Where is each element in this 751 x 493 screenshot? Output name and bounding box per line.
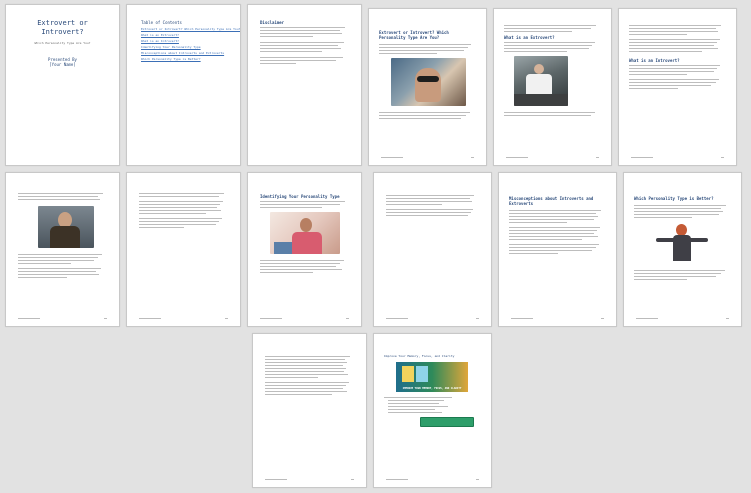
toc-entry-2[interactable]: What is an Extrovert? xyxy=(141,33,226,37)
get-access-button-label: Get Instant Access xyxy=(433,429,461,432)
cover-title-line2: Introvert? xyxy=(41,27,84,36)
woman-sunglasses-image xyxy=(391,58,466,106)
page-better: Which Personality Type is Better? xyxy=(623,172,742,327)
cover-subtitle: Which Personality Type Are You? xyxy=(34,40,91,45)
man-glasses-image xyxy=(38,206,94,248)
better-heading: Which Personality Type is Better? xyxy=(634,196,714,201)
page-identify: Identifying Your Personality Type xyxy=(247,172,362,327)
extrovert-heading: What is an Extrovert? xyxy=(504,35,555,40)
page-extrovert: What is an Extrovert? xyxy=(493,8,612,166)
page-cover: Extrovert or Introvert? Which Personalit… xyxy=(5,4,120,166)
page-offer: Improve Your Memory, Focus, and Clarity … xyxy=(373,333,492,488)
cover-title-line1: Extrovert or xyxy=(37,19,88,27)
office-workers-image xyxy=(514,56,568,106)
woman-shrug-image xyxy=(654,222,710,264)
intro-heading: Extrovert or Introvert? Which Personalit… xyxy=(379,30,449,40)
introvert-heading: What is an Introvert? xyxy=(629,58,680,63)
toc-entry-4[interactable]: Identifying Your Personality Type xyxy=(141,45,226,49)
toc-entry-1[interactable]: Extrovert or Introvert? Which Personalit… xyxy=(141,27,240,31)
page-introvert: What is an Introvert? xyxy=(618,8,737,166)
page-toc: Table of Contents Extrovert or Introvert… xyxy=(126,4,241,166)
page-7 xyxy=(5,172,120,327)
identify-heading: Identifying Your Personality Type xyxy=(260,194,340,199)
toc-entry-6[interactable]: Which Personality Type is Better? xyxy=(141,57,226,61)
page-8 xyxy=(126,172,241,327)
offer-banner: IMPROVE YOUR MEMORY, FOCUS, AND CLARITY xyxy=(396,362,468,392)
page-misconceptions: Misconceptions about Introverts and Extr… xyxy=(498,172,617,327)
page-disclaimer: Disclaimer xyxy=(247,4,362,166)
get-access-button[interactable]: Get Instant Access xyxy=(420,417,474,432)
woman-books-image xyxy=(270,212,340,254)
page-10 xyxy=(373,172,492,327)
page-intro: Extrovert or Introvert? Which Personalit… xyxy=(368,8,487,166)
offer-heading: Improve Your Memory, Focus, and Clarity xyxy=(384,354,455,358)
page-13 xyxy=(252,333,367,488)
disclaimer-heading: Disclaimer xyxy=(260,20,285,25)
misconceptions-heading: Misconceptions about Introverts and Extr… xyxy=(509,196,594,206)
toc-entry-5[interactable]: Misconceptions about Introverts and Extr… xyxy=(141,51,226,55)
toc-heading: Table of Contents xyxy=(141,20,182,25)
offer-banner-text: IMPROVE YOUR MEMORY, FOCUS, AND CLARITY xyxy=(402,387,462,390)
cover-author: [Your Name] xyxy=(49,61,76,67)
toc-entry-3[interactable]: What is an Introvert? xyxy=(141,39,226,43)
